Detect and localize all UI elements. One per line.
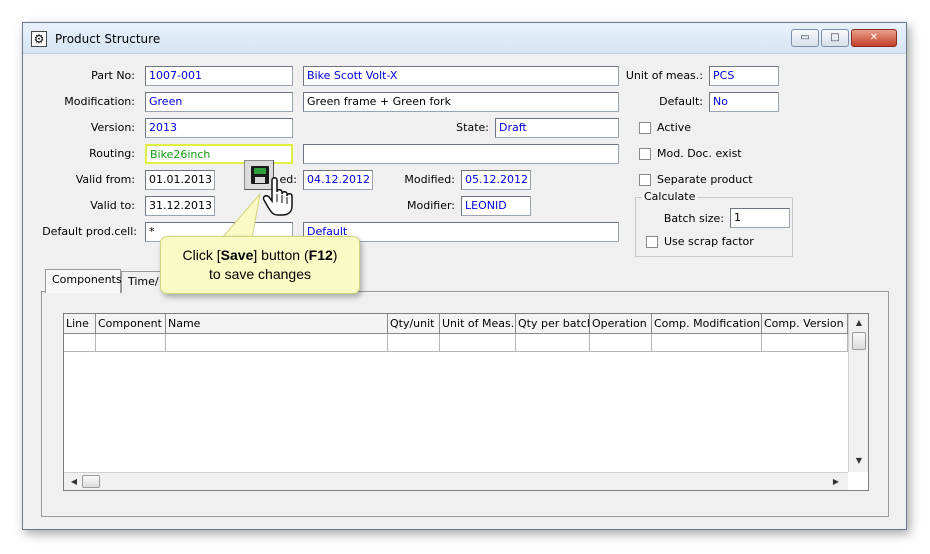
modifier-label: Modifier: xyxy=(407,199,455,212)
mod-doc-exist-checkbox[interactable] xyxy=(639,148,651,160)
grid-cell[interactable] xyxy=(388,334,440,352)
part-description-field[interactable]: Bike Scott Volt-X xyxy=(303,66,619,86)
col-header-operation[interactable]: Operation xyxy=(590,314,652,334)
close-button[interactable]: ✕ xyxy=(851,29,897,47)
valid-to-label: Valid to: xyxy=(90,199,135,212)
active-checkbox[interactable] xyxy=(639,122,651,134)
part-no-label: Part No: xyxy=(91,69,135,82)
default-label: Default: xyxy=(659,95,703,108)
horizontal-scroll-thumb[interactable] xyxy=(82,475,100,488)
col-header-line[interactable]: Line xyxy=(64,314,96,334)
part-no-field[interactable]: 1007-001 xyxy=(145,66,293,86)
state-label: State: xyxy=(456,121,489,134)
batch-size-label: Batch size: xyxy=(663,212,724,225)
app-gear-icon: ⚙ xyxy=(31,31,47,47)
modification-description-field[interactable]: Green frame + Green fork xyxy=(303,92,619,112)
state-field[interactable]: Draft xyxy=(495,118,619,138)
grid-cell[interactable] xyxy=(516,334,590,352)
col-header-qty-unit[interactable]: Qty/unit xyxy=(388,314,440,334)
vertical-scroll-thumb[interactable] xyxy=(852,332,866,350)
modification-label: Modification: xyxy=(64,95,135,108)
unit-of-meas-field[interactable]: PCS xyxy=(709,66,779,86)
col-header-name[interactable]: Name xyxy=(166,314,388,334)
modifier-field[interactable]: LEONID xyxy=(461,196,531,216)
window-title: Product Structure xyxy=(55,32,161,46)
grid-cell[interactable] xyxy=(590,334,652,352)
unit-of-meas-label: Unit of meas.: xyxy=(625,69,703,82)
grid-cell[interactable] xyxy=(64,334,96,352)
save-hint-callout: Click [Save] button (F12) to save change… xyxy=(160,236,360,294)
horizontal-scrollbar[interactable]: ◀ ▶ xyxy=(64,472,848,490)
minimize-button[interactable]: ▭ xyxy=(791,29,819,47)
separate-product-checkbox[interactable] xyxy=(639,174,651,186)
grid-cell[interactable] xyxy=(166,334,388,352)
col-header-comp-version[interactable]: Comp. Version xyxy=(762,314,848,334)
modified-field[interactable]: 05.12.2012 xyxy=(461,170,531,190)
components-grid[interactable]: Line Component Name Qty/unit Unit of Mea… xyxy=(63,313,869,491)
valid-from-label: Valid from: xyxy=(75,173,135,186)
default-field[interactable]: No xyxy=(709,92,779,112)
scroll-down-icon[interactable]: ▼ xyxy=(849,456,868,465)
grid-cell[interactable] xyxy=(762,334,848,352)
col-header-qty-per-batch[interactable]: Qty per batch xyxy=(516,314,590,334)
calculate-group: Calculate Batch size: 1 Use scrap factor xyxy=(635,190,793,257)
version-label: Version: xyxy=(90,121,135,134)
use-scrap-factor-checkbox[interactable] xyxy=(646,236,658,248)
grid-cell[interactable] xyxy=(440,334,516,352)
grid-cell[interactable] xyxy=(652,334,762,352)
callout-line2: to save changes xyxy=(209,266,311,282)
use-scrap-factor-label: Use scrap factor xyxy=(664,235,754,248)
scroll-left-icon[interactable]: ◀ xyxy=(68,477,80,486)
col-header-component[interactable]: Component xyxy=(96,314,166,334)
scroll-right-icon[interactable]: ▶ xyxy=(830,477,842,486)
callout-line1: Click [Save] button (F12) xyxy=(182,247,338,263)
default-prod-cell-label: Default prod.cell: xyxy=(42,225,137,238)
grid-cell[interactable] xyxy=(96,334,166,352)
col-header-unit-of-meas[interactable]: Unit of Meas. xyxy=(440,314,516,334)
title-bar: ⚙ Product Structure ▭ □ ✕ xyxy=(23,23,906,54)
modification-field[interactable]: Green xyxy=(145,92,293,112)
valid-to-field[interactable]: 31.12.2013 xyxy=(145,196,215,216)
valid-from-field[interactable]: 01.01.2013 xyxy=(145,170,215,190)
calculate-group-title: Calculate xyxy=(642,190,698,203)
routing-description-field[interactable] xyxy=(303,144,619,164)
vertical-scrollbar[interactable]: ▲ ▼ xyxy=(848,314,868,472)
active-label: Active xyxy=(657,121,692,134)
batch-size-field[interactable]: 1 xyxy=(730,208,790,228)
modified-label: Modified: xyxy=(404,173,455,186)
mod-doc-exist-label: Mod. Doc. exist xyxy=(657,147,742,160)
product-structure-window: ⚙ Product Structure ▭ □ ✕ Part No: 1007-… xyxy=(22,22,907,530)
version-field[interactable]: 2013 xyxy=(145,118,293,138)
routing-label: Routing: xyxy=(89,147,135,160)
hand-cursor-icon xyxy=(262,177,293,216)
created-field[interactable]: 04.12.2012 xyxy=(303,170,373,190)
maximize-button[interactable]: □ xyxy=(821,29,849,47)
separate-product-label: Separate product xyxy=(657,173,753,186)
col-header-comp-modification[interactable]: Comp. Modification xyxy=(652,314,762,334)
scroll-up-icon[interactable]: ▲ xyxy=(849,318,868,327)
tab-components[interactable]: Components xyxy=(45,269,122,293)
